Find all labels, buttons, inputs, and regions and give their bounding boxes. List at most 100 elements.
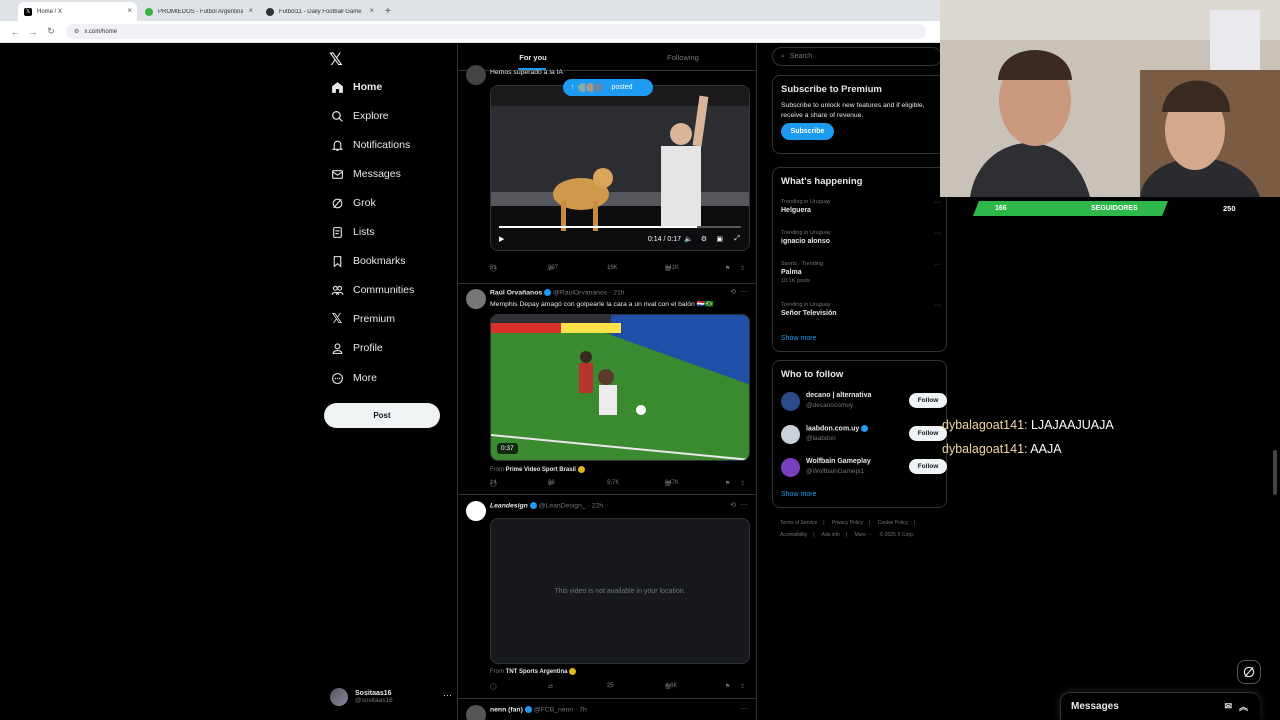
avatar[interactable]	[466, 65, 486, 85]
post[interactable]: nenn (fan) @FCB_nenn · 7h ···	[458, 699, 756, 720]
grok-icon[interactable]: ⟲	[730, 501, 736, 509]
tab-following[interactable]: Following	[608, 44, 756, 70]
new-tab-icon[interactable]: +	[385, 6, 391, 17]
play-icon[interactable]: ▶	[499, 235, 504, 243]
post[interactable]: Leandesign @LeanDesign_ · 22h ··· ⟲ This…	[458, 495, 756, 699]
close-icon[interactable]: ×	[127, 6, 132, 15]
more-dots-icon[interactable]: ···	[443, 690, 452, 700]
footer-link[interactable]: More ···	[854, 532, 872, 538]
nav-communities[interactable]: Communities	[330, 279, 414, 301]
follow-suggestion[interactable]: Wolfbain Gameplay @WolfbainGamepl1 Follo…	[781, 456, 947, 480]
source-name[interactable]: Prime Video Sport Brasil	[506, 467, 576, 473]
avatar[interactable]	[466, 501, 486, 521]
pip-icon[interactable]: ▣	[716, 235, 723, 243]
post[interactable]: Raúl Orvañanos @RaulOrvananos · 21h ··· …	[458, 284, 756, 495]
bookmark-icon[interactable]: ⚑	[725, 480, 730, 487]
share-icon[interactable]: ⇪	[740, 683, 745, 690]
more-dots-icon[interactable]: ···	[934, 199, 941, 206]
nav-grok[interactable]: Grok	[330, 192, 376, 214]
nav-premium[interactable]: 𝕏 Premium	[330, 308, 395, 330]
nav-bookmarks[interactable]: Bookmarks	[330, 250, 406, 272]
site-info-icon[interactable]: ⚙	[74, 28, 79, 35]
footer-link[interactable]: Privacy Policy	[832, 520, 863, 526]
reply-count: 51	[490, 265, 497, 271]
follow-suggestion[interactable]: decano | alternativa @decanocomuy Follow	[781, 390, 947, 414]
scrollbar[interactable]	[1273, 450, 1277, 495]
chevron-up-icon[interactable]: ︽	[1239, 700, 1248, 713]
show-more-link[interactable]: Show more	[781, 335, 816, 342]
source-name[interactable]: TNT Sports Argentina	[506, 669, 568, 675]
messages-drawer-title: Messages	[1071, 701, 1119, 712]
nav-more[interactable]: More	[330, 367, 377, 389]
reload-icon[interactable]: ↻	[42, 26, 60, 37]
post-video[interactable]: ▶ 0:14 / 0:17 🔈 ⚙ ▣ ⤢	[490, 85, 750, 251]
post-header: Leandesign @LeanDesign_ · 22h	[490, 502, 603, 509]
more-dots-icon[interactable]: ···	[740, 500, 748, 509]
footer-link[interactable]: Ads info	[822, 532, 840, 538]
post-age[interactable]: · 22h	[588, 502, 604, 509]
nav-explore[interactable]: Explore	[330, 105, 389, 127]
browser-tab-futbol11[interactable]: Futbol11 - Daily Football Game ×	[260, 2, 379, 21]
more-dots-icon[interactable]: ···	[740, 704, 748, 713]
bookmark-icon[interactable]: ⚑	[725, 265, 730, 272]
url-input[interactable]: ⚙ x.com/home	[66, 24, 926, 39]
new-posts-pill[interactable]: ↑ posted	[563, 79, 653, 96]
whats-happening-title: What's happening	[781, 176, 863, 187]
post-video[interactable]: 0:37	[490, 314, 750, 461]
follow-suggestion[interactable]: laabdon.com.uy @laabdon Follow	[781, 423, 947, 447]
post-source: From TNT Sports Argentina	[490, 668, 577, 675]
new-message-icon[interactable]: ✉	[1224, 701, 1232, 712]
post-age[interactable]: · 7h	[575, 706, 587, 713]
close-icon[interactable]: ×	[369, 6, 374, 15]
trend-item[interactable]: Sports · Trending Palma 10.1K posts ···	[781, 261, 941, 284]
show-more-link[interactable]: Show more	[781, 491, 816, 498]
footer-link[interactable]: Cookie Policy	[878, 520, 908, 526]
grok-button[interactable]	[1237, 660, 1261, 684]
nav-profile[interactable]: Profile	[330, 337, 383, 359]
author-handle[interactable]: @FCB_nenn	[534, 706, 573, 713]
author-handle[interactable]: @RaulOrvananos	[553, 289, 607, 296]
bookmark-icon[interactable]: ⚑	[725, 683, 730, 690]
account-switcher[interactable]: Sositaas16 @sositaas16 ···	[330, 684, 452, 710]
nav-notifications[interactable]: Notifications	[330, 134, 410, 156]
trend-item[interactable]: Trending in Uruguay Helguera ···	[781, 199, 941, 214]
share-icon[interactable]: ⇪	[740, 265, 745, 272]
browser-tab-promiedos[interactable]: PROMIEDOS - Futbol Argentina ×	[139, 2, 258, 21]
follow-button[interactable]: Follow	[909, 393, 947, 408]
search-input[interactable]: ⌕ Search	[772, 47, 942, 66]
messages-drawer[interactable]: Messages ✉ ︽	[1060, 692, 1260, 720]
author-handle[interactable]: @LeanDesign_	[539, 502, 586, 509]
author-name[interactable]: Leandesign	[490, 502, 528, 509]
volume-icon[interactable]: 🔈	[684, 235, 693, 243]
trend-item[interactable]: Trending in Uruguay ignacio alonso ···	[781, 230, 941, 245]
footer-link[interactable]: Terms of Service	[780, 520, 817, 526]
close-icon[interactable]: ×	[248, 6, 253, 15]
grok-icon[interactable]: ⟲	[730, 288, 736, 296]
nav-messages[interactable]: Messages	[330, 163, 401, 185]
avatar[interactable]	[466, 705, 486, 720]
author-name[interactable]: Raúl Orvañanos	[490, 289, 542, 296]
nav-lists[interactable]: Lists	[330, 221, 375, 243]
trend-item[interactable]: Trending in Uruguay Señor Televisión ···	[781, 302, 941, 317]
footer-link[interactable]: Accessibility	[780, 532, 807, 538]
more-dots-icon[interactable]: ···	[934, 230, 941, 237]
more-dots-icon[interactable]: ···	[934, 261, 941, 268]
post-button[interactable]: Post	[324, 403, 440, 428]
x-logo-icon[interactable]: 𝕏	[329, 50, 343, 70]
post[interactable]: Hemos superado a la IA ▶ 0:14 / 0:17 🔈 ⚙…	[458, 65, 756, 284]
avatar[interactable]	[466, 289, 486, 309]
more-dots-icon[interactable]: ···	[740, 287, 748, 296]
browser-tab-home[interactable]: 𝕏 Home / X ×	[18, 2, 137, 21]
repost-icon: ⇄	[548, 684, 554, 690]
forward-icon[interactable]: →	[24, 27, 42, 37]
post-age[interactable]: · 21h	[609, 289, 625, 296]
more-dots-icon[interactable]: ···	[934, 302, 941, 309]
nav-home[interactable]: Home	[330, 76, 382, 98]
follow-button[interactable]: Follow	[909, 459, 947, 474]
fullscreen-icon[interactable]: ⤢	[734, 235, 740, 243]
subscribe-button[interactable]: Subscribe	[781, 123, 834, 140]
settings-icon[interactable]: ⚙	[701, 235, 707, 243]
author-name[interactable]: nenn (fan)	[490, 706, 523, 713]
back-icon[interactable]: ←	[6, 27, 24, 37]
share-icon[interactable]: ⇪	[740, 480, 745, 487]
